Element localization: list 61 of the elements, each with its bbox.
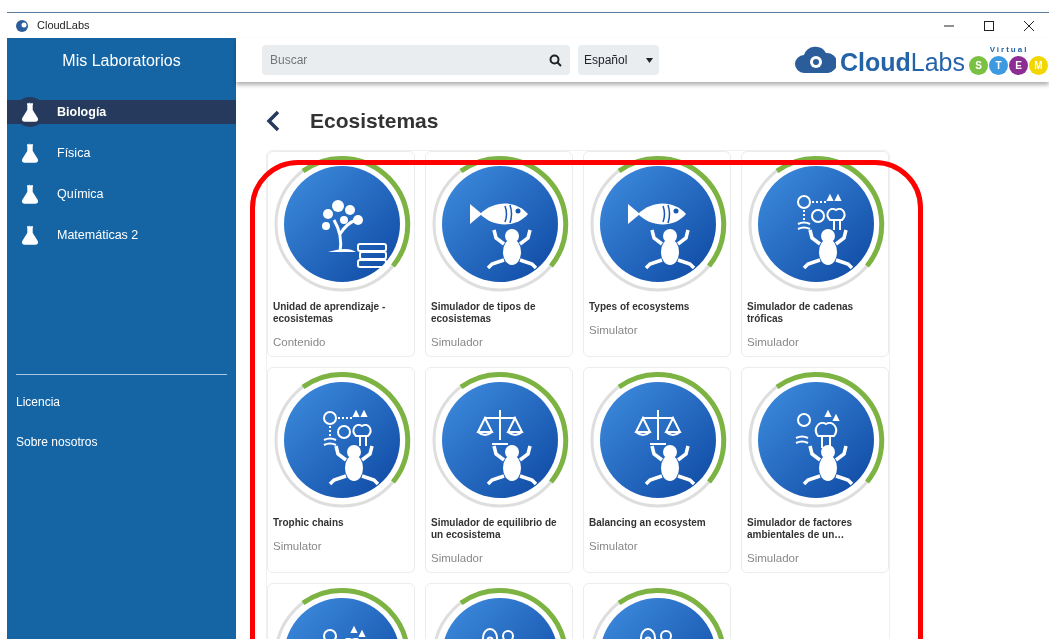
card-type: Simulador [431,551,484,567]
card-type: Contenido [273,335,327,351]
cloud-logo-icon [793,44,836,75]
flask-icon [20,102,40,122]
lab-thumbnail-icon [589,155,727,294]
card-type: Simulator [589,539,639,555]
sidebar-item[interactable]: Biología [7,100,236,124]
back-icon[interactable] [266,109,280,132]
lab-thumbnail-icon [273,371,411,510]
sidebar-item[interactable]: Matemáticas 2 [7,223,236,247]
sidebar-link[interactable]: Sobre nosotros [7,433,236,451]
close-icon [1024,20,1034,31]
lab-thumbnail-icon [747,371,885,510]
lab-thumbnail-icon [747,155,885,294]
page-title: Ecosistemas [310,108,439,134]
flask-icon [20,225,40,245]
sidebar-link[interactable]: Licencia [7,393,236,411]
logo-tagline: Virtual [989,43,1029,56]
language-select[interactable]: Español [578,45,659,75]
sidebar-item[interactable]: Física [7,141,236,165]
card-title: Trophic chains [273,517,345,530]
card-type: Simulator [273,539,323,555]
card-title: Types of ecosystems [589,301,691,314]
lab-card[interactable]: Simulador de cadenas tróficas Simulador [741,151,889,358]
logo-letter: M [1029,55,1048,75]
lab-card[interactable]: Types of ecosystems Simulator [583,151,731,358]
card-type: Simulador [747,551,800,567]
card-title: Simulador de factores ambientales de un… [747,517,854,542]
card-title: Balancing an ecosystem [589,517,707,530]
card-type: Simulador [431,335,484,351]
lab-card[interactable]: Simulador de equilibrio de un ecosistema Simulador [425,367,573,574]
flask-icon [20,143,40,163]
sidebar-title: Mis Laboratorios [61,51,182,71]
card-title: Simulador de cadenas tróficas [747,301,855,326]
app-logo-icon [15,18,29,33]
lab-thumbnail-icon [431,155,569,294]
card-type: Simulador [747,335,800,351]
card-title: Simulador de tipos de ecosistemas [431,301,537,326]
window-title: CloudLabs [37,18,90,34]
lab-card[interactable]: Unidad de aprendizaje - ecosistemas Contenido [267,151,415,358]
lab-card[interactable]: Simulador de factores ambientales de un… Simulador [741,367,889,574]
search-field[interactable]: Buscar [268,50,549,70]
logo-letter: T [989,55,1008,75]
lab-card[interactable]: Trophic chains Simulator [267,367,415,574]
lab-thumbnail-icon [273,155,411,294]
lab-card[interactable]: Balancing an ecosystem Simulator [583,367,731,574]
logo-letter: E [1009,55,1028,75]
logo-text: CloudLabs [839,49,965,75]
caret-icon [646,57,653,63]
sidebar-item[interactable]: Química [7,182,236,206]
card-type: Simulator [589,323,639,339]
maximize-icon [984,20,994,31]
lab-thumbnail-icon [431,371,569,510]
flask-icon [20,184,40,204]
search-icon [549,53,562,67]
lab-thumbnail-icon [589,371,727,510]
lab-card[interactable]: Simulador de tipos de ecosistemas Simulador [425,151,573,358]
search-bar[interactable]: Buscar [262,45,570,75]
card-title: Unidad de aprendizaje - ecosistemas [273,301,387,326]
card-title: Simulador de equilibrio de un ecosistema [431,517,558,542]
logo-letter: S [969,55,988,75]
